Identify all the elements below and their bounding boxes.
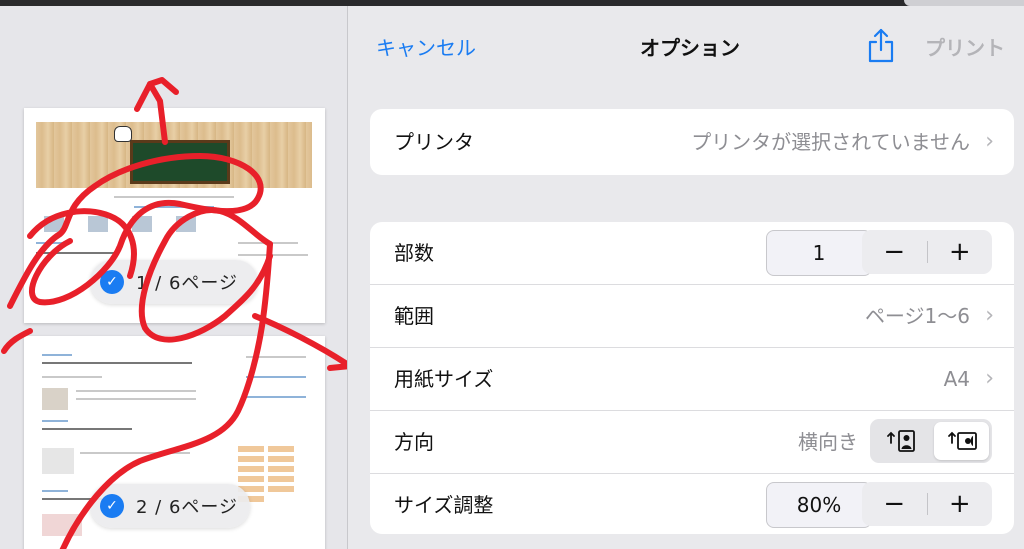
preview-tag [268,486,294,492]
range-label: 範囲 [394,304,434,328]
preview-link-line [42,354,72,356]
scaling-stepper: − + [862,482,992,526]
page-title: オプション [640,36,740,60]
preview-text-line [114,196,234,198]
copies-field[interactable]: 1 [766,230,872,276]
page-2-selector[interactable]: ✓ 2 / 6ページ [90,484,250,528]
preview-link-line [246,376,306,378]
portrait-icon [886,430,915,452]
checkmark-icon: ✓ [100,270,124,294]
preview-tag [238,446,264,452]
page-1-selector[interactable]: ✓ 1 / 6ページ [90,260,258,304]
chevron-right-icon: › [985,366,994,391]
preview-thumb [42,514,82,536]
preview-text-line [246,356,306,358]
landscape-option[interactable] [934,422,989,460]
share-icon[interactable] [866,26,896,64]
preview-tag [268,476,294,482]
preview-link-line [42,490,68,492]
cancel-button[interactable]: キャンセル [376,32,476,61]
scaling-label: サイズ調整 [394,493,494,517]
scaling-increment-button[interactable]: + [928,482,993,526]
printer-label: プリンタ [394,130,474,154]
chevron-right-icon: › [985,303,994,328]
preview-thumb [44,216,64,232]
printer-value: プリンタが選択されていません [691,130,970,154]
preview-text-line [76,390,196,392]
preview-text-line [76,398,196,400]
preview-tag [268,456,294,462]
page-1-label: 1 / 6ページ [136,273,239,294]
preview-text-line [42,428,132,430]
preview-text-line [42,362,192,364]
preview-text-line [80,452,190,454]
blog-banner-image [36,122,312,188]
chevron-right-icon: › [985,129,994,154]
preview-link-line [42,420,68,422]
orientation-label: 方向 [394,430,434,454]
preview-link-line [36,242,66,244]
preview-tag [238,456,264,462]
scaling-row: サイズ調整 80% − + [370,474,1014,534]
range-value: ページ1〜6 [864,304,970,328]
preview-thumb [42,388,68,410]
paper-size-label: 用紙サイズ [394,367,494,391]
preview-thumb [42,448,74,474]
page-2-label: 2 / 6ページ [136,497,239,518]
preview-tag [268,466,294,472]
preview-pane[interactable]: ✓ 1 / 6ページ ✓ 2 / 6ページ [0,6,347,549]
preview-text-line [238,242,298,244]
orientation-segmented-control [870,419,992,463]
preview-tag [268,446,294,452]
checkmark-icon: ✓ [100,494,124,518]
portrait-option[interactable] [873,422,928,460]
print-options-group: 部数 1 − + 範囲 ページ1〜6 › 用紙サイズ A4 › 方向 横向き サ… [370,222,1014,534]
copies-row: 部数 1 − + [370,222,1014,285]
range-row[interactable]: 範囲 ページ1〜6 › [370,285,1014,348]
scaling-field[interactable]: 80% [766,482,872,528]
paper-size-value: A4 [943,367,970,391]
scaling-decrement-button[interactable]: − [862,482,927,526]
options-pane: キャンセル オプション プリント プリンタ プリンタが選択されていません › 部… [348,6,1024,549]
orientation-value: 横向き [798,430,858,454]
chalkboard-graphic [130,140,230,184]
preview-thumb [132,216,152,232]
print-button[interactable]: プリント [925,32,1005,61]
preview-tag [238,476,264,482]
copies-increment-button[interactable]: + [928,230,993,274]
preview-text-line [36,252,116,254]
printer-row[interactable]: プリンタ プリンタが選択されていません › [370,109,1014,175]
preview-thumb [176,216,196,232]
preview-tag [238,466,264,472]
preview-thumb [88,216,108,232]
preview-text-line [238,254,308,256]
preview-link-line [134,206,214,208]
copies-label: 部数 [394,241,434,265]
preview-link-line [246,396,306,398]
landscape-icon [947,431,977,450]
copies-stepper: − + [862,230,992,274]
cat-graphic [114,126,132,142]
orientation-row: 方向 横向き [370,411,1014,474]
copies-decrement-button[interactable]: − [862,230,927,274]
paper-size-row[interactable]: 用紙サイズ A4 › [370,348,1014,411]
preview-text-line [42,376,102,378]
printer-group: プリンタ プリンタが選択されていません › [370,109,1014,175]
